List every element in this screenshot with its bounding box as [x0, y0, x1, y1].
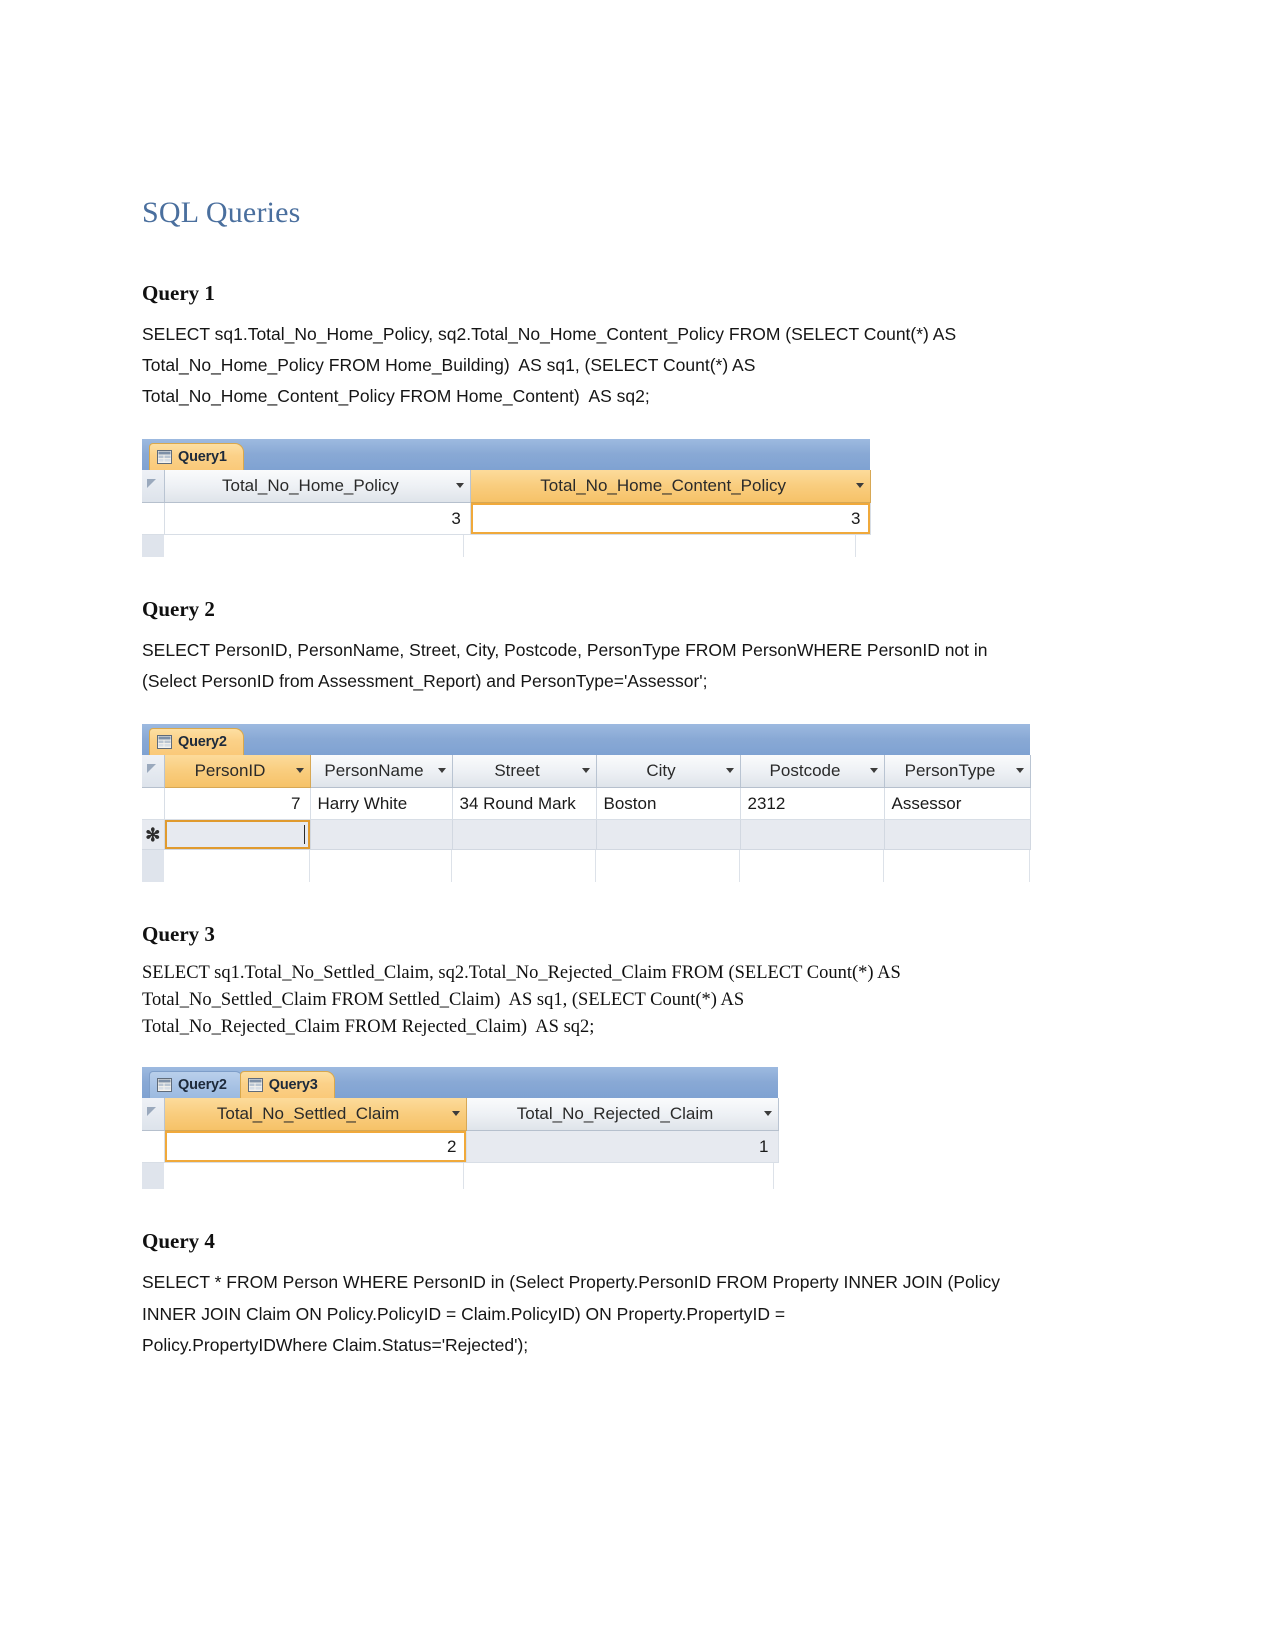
column-header-label: PersonName — [324, 760, 424, 780]
record-selector[interactable] — [142, 502, 165, 536]
cell-personid[interactable]: 7 — [164, 787, 311, 821]
query-datasheet-icon — [157, 734, 172, 749]
column-header-personid[interactable]: PersonID — [164, 754, 311, 789]
datasheet-filler-query3 — [142, 1163, 778, 1190]
chevron-down-icon[interactable] — [437, 768, 446, 774]
column-header-label: PersonID — [194, 760, 266, 780]
tab-query2[interactable]: Query2 — [149, 1070, 244, 1098]
datasheet-header-row: Total_No_Home_Policy Total_No_Home_Conte… — [142, 469, 871, 504]
query-1-heading: Query 1 — [142, 281, 215, 305]
new-record-cell-personname[interactable] — [310, 819, 453, 851]
tab-query2[interactable]: Query2 — [149, 727, 244, 755]
cell-personname[interactable]: Harry White — [310, 787, 453, 821]
query-4-sql-text: SELECT * FROM Person WHERE PersonID in (… — [142, 1272, 1001, 1355]
datasheet-query3: Total_No_Settled_Claim Total_No_Rejected… — [142, 1097, 779, 1164]
query-section-3: Query 3 SELECT sq1.Total_No_Settled_Clai… — [142, 922, 1107, 1229]
column-header-city[interactable]: City — [596, 754, 741, 789]
query-datasheet-icon — [247, 1077, 263, 1092]
column-header-label: Total_No_Home_Content_Policy — [540, 475, 786, 495]
column-header-total-no-rejected-claim[interactable]: Total_No_Rejected_Claim — [466, 1097, 779, 1132]
query-datasheet-icon — [157, 1077, 172, 1092]
query-1-sql-text: SELECT sq1.Total_No_Home_Policy, sq2.Tot… — [142, 324, 957, 407]
cell-street[interactable]: 34 Round Mark — [452, 787, 597, 821]
datasheet-query1: Total_No_Home_Policy Total_No_Home_Conte… — [142, 469, 871, 536]
select-all-corner[interactable] — [142, 1097, 165, 1132]
column-header-label: Total_No_Rejected_Claim — [516, 1103, 714, 1123]
new-record-cell-city[interactable] — [596, 819, 741, 851]
tab-label: Query2 — [178, 1076, 227, 1093]
chevron-down-icon[interactable] — [581, 768, 590, 774]
column-header-label: Postcode — [769, 760, 841, 780]
query-section-2: Query 2 SELECT PersonID, PersonName, Str… — [142, 597, 1107, 922]
datasheet-filler-query1 — [142, 535, 870, 558]
access-window-query1: Query1 Total_No_Home_Policy Total_No_Hom… — [142, 438, 871, 558]
cell-total-no-settled-claim[interactable]: 2 — [164, 1130, 467, 1164]
chevron-down-icon[interactable] — [855, 483, 864, 489]
select-all-corner[interactable] — [142, 469, 165, 504]
column-header-total-no-home-policy[interactable]: Total_No_Home_Policy — [164, 469, 471, 504]
chevron-down-icon[interactable] — [455, 483, 464, 489]
cell-total-no-home-content-policy[interactable]: 3 — [470, 502, 871, 536]
new-record-cell-street[interactable] — [452, 819, 597, 851]
access-tabbar-query1: Query1 — [142, 438, 870, 470]
column-header-total-no-settled-claim[interactable]: Total_No_Settled_Claim — [164, 1097, 467, 1132]
tab-query1[interactable]: Query1 — [149, 442, 244, 470]
query-section-4: Query 4 SELECT * FROM Person WHERE Perso… — [142, 1229, 1107, 1361]
query-2-sql-text: SELECT PersonID, PersonName, Street, Cit… — [142, 640, 988, 692]
new-record-cell-personid[interactable] — [164, 819, 311, 851]
chevron-down-icon[interactable] — [763, 1111, 772, 1117]
column-header-street[interactable]: Street — [452, 754, 597, 789]
new-record-cell-persontype[interactable] — [884, 819, 1031, 851]
table-row: 7 Harry White 34 Round Mark Boston 2312 … — [142, 787, 1031, 821]
chevron-down-icon[interactable] — [1015, 768, 1024, 774]
record-selector[interactable] — [142, 1130, 165, 1164]
new-record-marker[interactable]: ✻ — [142, 819, 165, 851]
access-window-query3: Query2 Query3 Total_No_Settled_Claim Tot… — [142, 1066, 779, 1190]
select-all-corner[interactable] — [142, 754, 165, 789]
column-header-label: City — [646, 760, 676, 780]
cell-total-no-home-policy[interactable]: 3 — [164, 502, 471, 536]
datasheet-header-row: PersonID PersonName Street City Postcode… — [142, 754, 1031, 789]
cell-city[interactable]: Boston — [596, 787, 741, 821]
cell-postcode[interactable]: 2312 — [740, 787, 885, 821]
document-page: SQL Queries Query 1 SELECT sq1.Total_No_… — [0, 0, 1275, 1651]
cell-total-no-rejected-claim[interactable]: 1 — [466, 1130, 779, 1164]
chevron-down-icon[interactable] — [869, 768, 878, 774]
column-header-postcode[interactable]: Postcode — [740, 754, 885, 789]
column-header-label: Total_No_Settled_Claim — [216, 1103, 400, 1123]
access-tabbar-query2: Query2 — [142, 723, 1030, 755]
access-tabbar-query3: Query2 Query3 — [142, 1066, 778, 1098]
column-header-label: Total_No_Home_Policy — [222, 475, 399, 495]
record-selector[interactable] — [142, 787, 165, 821]
query-4-heading: Query 4 — [142, 1229, 215, 1254]
table-row: 2 1 — [142, 1130, 779, 1164]
datasheet-header-row: Total_No_Settled_Claim Total_No_Rejected… — [142, 1097, 779, 1132]
column-header-label: Street — [494, 760, 540, 780]
chevron-down-icon[interactable] — [451, 1111, 460, 1117]
chevron-down-icon[interactable] — [295, 768, 304, 774]
page-title: SQL Queries — [142, 196, 301, 229]
column-header-label: PersonType — [904, 760, 996, 780]
chevron-down-icon[interactable] — [725, 768, 734, 774]
cell-persontype[interactable]: Assessor — [884, 787, 1031, 821]
tab-label: Query2 — [178, 733, 227, 750]
table-row: 3 3 — [142, 502, 871, 536]
column-header-personname[interactable]: PersonName — [310, 754, 453, 789]
query-3-heading: Query 3 — [142, 922, 215, 947]
datasheet-query2: PersonID PersonName Street City Postcode… — [142, 754, 1031, 851]
query-3-sql-text: SELECT sq1.Total_No_Settled_Claim, sq2.T… — [142, 963, 901, 1037]
document-content: SQL Queries Query 1 SELECT sq1.Total_No_… — [142, 196, 1107, 1361]
access-window-query2: Query2 PersonID PersonName Street City P… — [142, 723, 1031, 883]
tab-query3[interactable]: Query3 — [239, 1070, 335, 1098]
query-section-1: Query 1 SELECT sq1.Total_No_Home_Policy,… — [142, 281, 1107, 597]
tab-label: Query3 — [268, 1076, 318, 1093]
datasheet-filler-query2 — [142, 850, 1030, 883]
query-datasheet-icon — [157, 449, 172, 464]
column-header-total-no-home-content-policy[interactable]: Total_No_Home_Content_Policy — [470, 469, 871, 504]
tab-label: Query1 — [178, 448, 227, 465]
column-header-persontype[interactable]: PersonType — [884, 754, 1031, 789]
query-2-heading: Query 2 — [142, 597, 215, 622]
new-record-cell-postcode[interactable] — [740, 819, 885, 851]
new-record-row: ✻ — [142, 819, 1031, 851]
